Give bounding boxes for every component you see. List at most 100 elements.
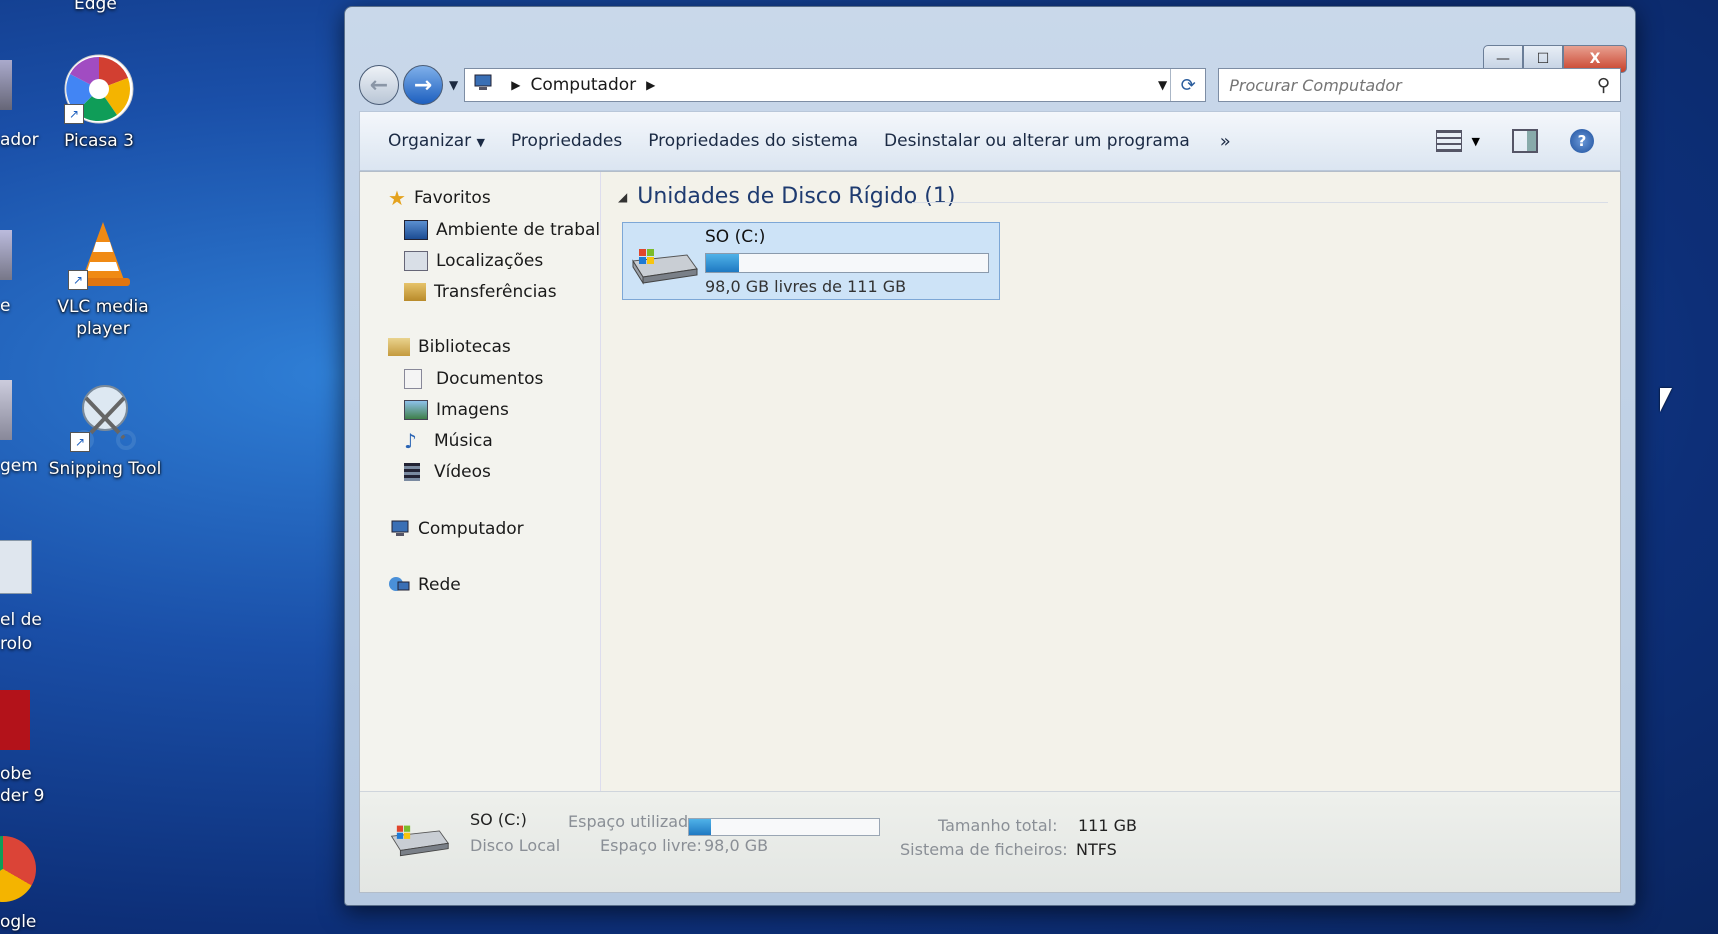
search-input[interactable] bbox=[1219, 74, 1512, 96]
address-bar[interactable]: ▶ Computador ▶ ▼ ⟳ bbox=[464, 68, 1207, 102]
collapse-triangle-icon[interactable]: ◢ bbox=[618, 190, 627, 204]
music-note-icon: ♪ bbox=[404, 428, 417, 453]
nav-libraries[interactable]: Bibliotecas bbox=[360, 331, 600, 363]
details-filesystem-label: Sistema de ficheiros: bbox=[900, 840, 1068, 859]
details-usage-fill bbox=[689, 819, 712, 835]
details-free-label: Espaço livre: bbox=[600, 836, 702, 855]
back-arrow-icon: ← bbox=[369, 72, 389, 98]
nav-item-downloads[interactable]: Transferências bbox=[360, 276, 600, 307]
hard-drive-windows-icon bbox=[629, 239, 699, 287]
content-area: ★ Favoritos Ambiente de trabalh Localiza… bbox=[359, 171, 1621, 893]
details-total-value: 111 GB bbox=[1078, 816, 1137, 835]
pictures-icon bbox=[404, 399, 428, 420]
organize-label: Organizar bbox=[388, 131, 472, 151]
more-commands-button[interactable]: » bbox=[1220, 131, 1231, 152]
change-view-button[interactable]: ▼ bbox=[1435, 130, 1480, 152]
navigation-pane: ★ Favoritos Ambiente de trabalh Localiza… bbox=[360, 172, 601, 792]
network-icon bbox=[388, 576, 410, 594]
desktop-icon-label: Snipping Tool bbox=[48, 459, 162, 479]
mouse-cursor-icon bbox=[1660, 388, 1672, 412]
drive-item-c[interactable]: SO (C:) 98,0 GB livres de 111 GB bbox=[622, 222, 1000, 300]
group-divider bbox=[912, 202, 1608, 203]
nav-label: Vídeos bbox=[434, 461, 491, 482]
details-used-label: Espaço utilizado: bbox=[568, 812, 704, 831]
desktop-label-partial[interactable]: ogle bbox=[0, 912, 36, 932]
desktop-icon-snipping-tool[interactable]: ↗ Snipping Tool bbox=[40, 380, 170, 480]
breadcrumb-separator-icon[interactable]: ▶ bbox=[646, 78, 655, 92]
drive-free-space: 98,0 GB livres de 111 GB bbox=[705, 277, 907, 296]
partial-chrome-icon[interactable] bbox=[0, 836, 36, 902]
downloads-folder-icon bbox=[404, 282, 426, 301]
partial-desktop-icon[interactable] bbox=[0, 230, 12, 280]
back-button[interactable]: ← bbox=[359, 65, 399, 105]
nav-item-music[interactable]: ♪ Música bbox=[360, 425, 600, 456]
system-properties-button[interactable]: Propriedades do sistema bbox=[648, 131, 858, 151]
nav-favorites[interactable]: ★ Favoritos bbox=[360, 182, 600, 214]
explorer-window: — ☐ X ← → ▼ ▶ Computador ▶ ▼ ⟳ ⚲ Organiz… bbox=[344, 6, 1636, 906]
desktop-label-edge[interactable]: Edge bbox=[74, 0, 117, 14]
nav-label: Imagens bbox=[436, 399, 509, 420]
nav-label: Bibliotecas bbox=[418, 337, 511, 357]
help-icon[interactable]: ? bbox=[1570, 129, 1594, 153]
desktop-label-partial[interactable]: ador bbox=[0, 130, 39, 150]
shortcut-arrow-icon: ↗ bbox=[68, 270, 88, 290]
nav-item-documents[interactable]: Documentos bbox=[360, 363, 600, 394]
hard-drive-windows-icon bbox=[388, 816, 450, 860]
shortcut-arrow-icon: ↗ bbox=[64, 104, 84, 124]
properties-button[interactable]: Propriedades bbox=[511, 131, 622, 151]
computer-icon bbox=[473, 73, 495, 98]
partial-desktop-icon[interactable] bbox=[0, 380, 12, 440]
desktop-label-partial[interactable]: gem bbox=[0, 456, 38, 476]
breadcrumb-separator-icon[interactable]: ▶ bbox=[511, 78, 520, 92]
search-box[interactable]: ⚲ bbox=[1218, 68, 1621, 102]
desktop-icon-vlc[interactable]: ↗ VLC media player bbox=[38, 218, 168, 340]
vlc-icon: ↗ bbox=[66, 218, 140, 292]
nav-item-videos[interactable]: Vídeos bbox=[360, 456, 600, 487]
recent-places-icon bbox=[404, 250, 428, 271]
snipping-tool-icon: ↗ bbox=[68, 380, 142, 454]
desktop-icon-label: Picasa 3 bbox=[64, 131, 134, 151]
desktop-icon-picasa[interactable]: ↗ Picasa 3 bbox=[34, 52, 164, 152]
file-list: ◢ Unidades de Disco Rígido (1) SO (C:) 9… bbox=[602, 172, 1620, 792]
desktop-label-partial[interactable]: obe bbox=[0, 764, 32, 784]
details-usage-bar bbox=[688, 818, 880, 836]
desktop-label-partial[interactable]: el de bbox=[0, 610, 42, 630]
desktop-label-partial[interactable]: e bbox=[0, 296, 10, 316]
nav-item-recent-places[interactable]: Localizações bbox=[360, 245, 600, 276]
forward-button[interactable]: → bbox=[403, 65, 443, 105]
group-header-hard-disks[interactable]: ◢ Unidades de Disco Rígido (1) bbox=[618, 184, 955, 209]
address-dropdown-icon[interactable]: ▼ bbox=[1158, 78, 1167, 92]
nav-label: Documentos bbox=[436, 368, 544, 389]
refresh-button[interactable]: ⟳ bbox=[1170, 69, 1205, 101]
partial-control-panel-icon[interactable] bbox=[0, 540, 32, 594]
desktop-label-partial[interactable]: der 9 bbox=[0, 786, 44, 806]
desktop-icon-label: VLC media player bbox=[57, 297, 149, 339]
view-options-icon bbox=[1435, 130, 1462, 152]
organize-button[interactable]: Organizar ▼ bbox=[388, 131, 485, 151]
drive-info: SO (C:) 98,0 GB livres de 111 GB bbox=[705, 223, 999, 299]
nav-label: Rede bbox=[418, 575, 461, 595]
preview-pane-icon[interactable] bbox=[1512, 129, 1538, 153]
nav-label: Ambiente de trabalh bbox=[436, 219, 601, 240]
nav-network[interactable]: Rede bbox=[360, 569, 600, 601]
computer-icon bbox=[388, 520, 410, 538]
nav-item-pictures[interactable]: Imagens bbox=[360, 394, 600, 425]
drive-usage-fill bbox=[706, 254, 739, 272]
nav-computer[interactable]: Computador bbox=[360, 513, 600, 545]
breadcrumb-computador[interactable]: Computador bbox=[530, 75, 636, 95]
uninstall-program-button[interactable]: Desinstalar ou alterar um programa bbox=[884, 131, 1190, 151]
film-icon bbox=[404, 462, 420, 481]
libraries-icon bbox=[388, 338, 410, 356]
nav-item-desktop[interactable]: Ambiente de trabalh bbox=[360, 214, 600, 245]
recent-pages-dropdown[interactable]: ▼ bbox=[449, 78, 458, 92]
partial-desktop-icon[interactable] bbox=[0, 60, 12, 110]
details-total-label: Tamanho total: bbox=[938, 816, 1058, 835]
details-drive-type: Disco Local bbox=[470, 836, 561, 855]
nav-label: Computador bbox=[418, 519, 524, 539]
drive-name: SO (C:) bbox=[705, 227, 766, 247]
desktop-label-partial[interactable]: rolo bbox=[0, 634, 32, 654]
details-drive-name: SO (C:) bbox=[470, 810, 527, 829]
group-header-label: Unidades de Disco Rígido (1) bbox=[637, 184, 956, 209]
partial-adobe-reader-icon[interactable] bbox=[0, 690, 30, 750]
search-icon[interactable]: ⚲ bbox=[1597, 75, 1610, 96]
